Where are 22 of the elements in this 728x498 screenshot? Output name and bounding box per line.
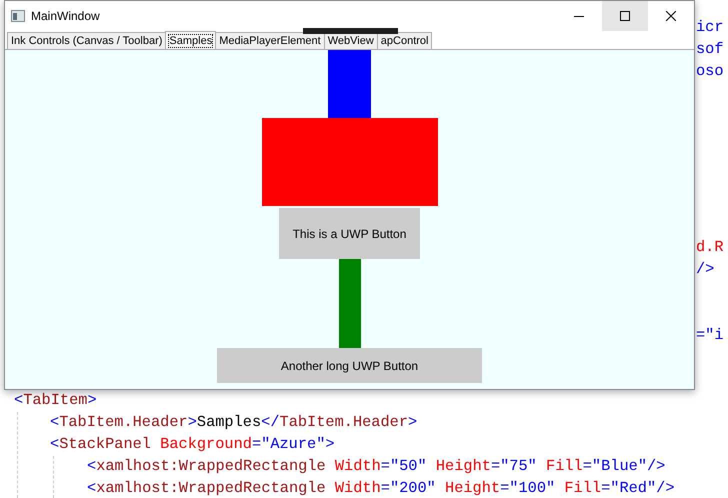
code-fragment: icr (696, 18, 724, 36)
app-icon (11, 10, 25, 22)
code-fragment: /> (696, 260, 714, 278)
tab[interactable]: Samples (165, 31, 216, 49)
code-line: <TabItem> (14, 391, 97, 409)
tab[interactable]: Ink Controls (Canvas / Toolbar) (7, 32, 166, 49)
close-icon (666, 11, 676, 21)
code-fragment: oso (696, 62, 724, 80)
code-fragment: sof (696, 40, 724, 58)
code-fragment: ="i (696, 326, 724, 344)
window-title: MainWindow (31, 8, 100, 25)
code-fragment: d.R (696, 238, 724, 256)
code-line: <StackPanel Background="Azure"> (50, 435, 335, 453)
maximize-icon (620, 11, 630, 21)
code-line: <xamlhost:WrappedRectangle Width="200" Height="100" Fill="Red"/> (87, 479, 675, 497)
tab[interactable]: MediaPlayerElement (215, 32, 325, 49)
code-line: <TabItem.Header>Samples</TabItem.Header> (50, 413, 418, 431)
tab[interactable]: apControl (376, 32, 432, 49)
code-line: <xamlhost:WrappedRectangle Width="50" Height="75" Fill="Blue"/> (87, 457, 666, 475)
uwp-button[interactable]: This is a UWP Button (279, 208, 420, 259)
uwp-button[interactable]: Another long UWP Button (217, 348, 482, 383)
maximize-button[interactable] (602, 1, 648, 31)
